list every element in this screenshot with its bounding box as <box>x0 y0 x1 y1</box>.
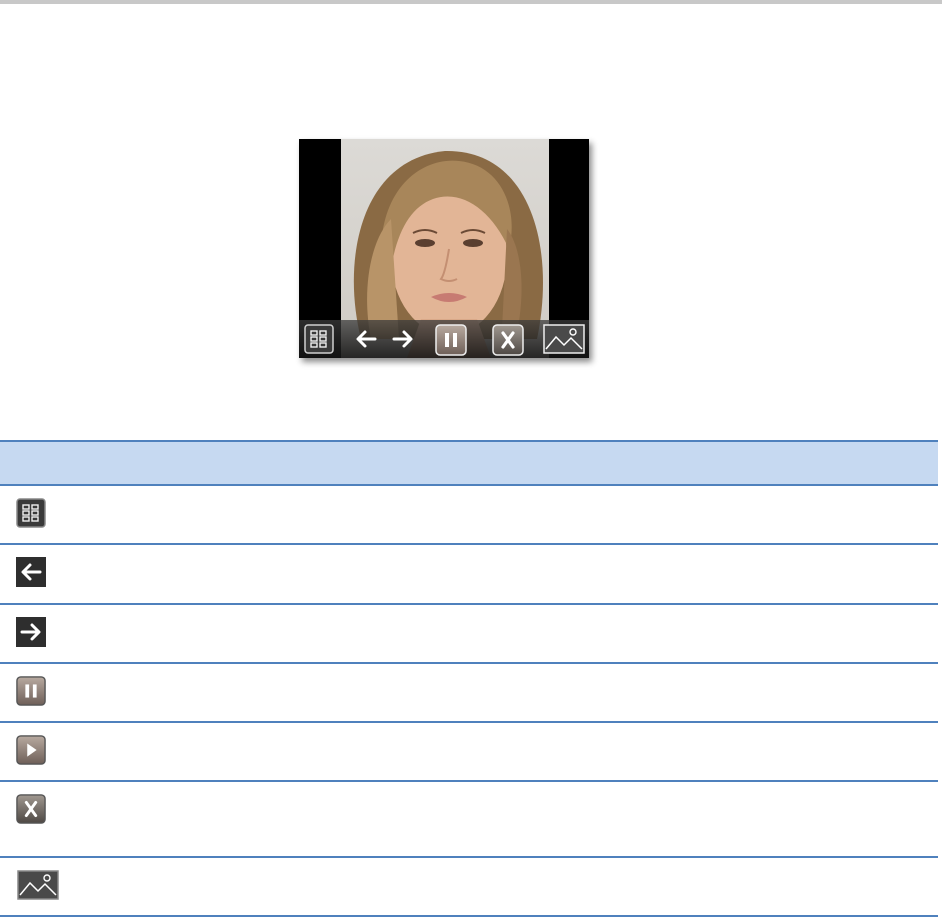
next-arrow-icon <box>392 330 413 348</box>
legend-row-next <box>0 605 938 664</box>
next-button[interactable] <box>388 324 418 354</box>
pause-icon <box>435 324 467 356</box>
next-arrow-icon <box>16 617 46 647</box>
pause-icon <box>16 676 46 706</box>
previous-button[interactable] <box>351 324 381 354</box>
thumbnails-icon <box>304 324 334 354</box>
thumbnails-button[interactable] <box>304 324 334 354</box>
legend-row-fit-image <box>0 858 938 917</box>
page-top-rule <box>0 0 942 4</box>
legend-header-row <box>0 440 938 486</box>
close-x-icon <box>16 794 46 824</box>
legend-row-play <box>0 723 938 782</box>
thumbnails-icon <box>16 498 46 528</box>
legend-row-thumbnails <box>0 486 938 545</box>
previous-arrow-icon <box>16 557 46 587</box>
legend-row-close <box>0 782 938 858</box>
close-x-icon <box>492 324 524 356</box>
legend-row-previous <box>0 545 938 605</box>
previous-arrow-icon <box>356 330 377 348</box>
pause-button[interactable] <box>435 324 467 356</box>
legend-row-pause <box>0 664 938 723</box>
fit-image-button[interactable] <box>543 324 585 354</box>
slideshow-viewer <box>299 139 589 358</box>
fit-image-icon <box>16 870 60 900</box>
play-icon <box>16 735 46 765</box>
close-button[interactable] <box>492 324 524 356</box>
button-legend-table <box>0 440 938 917</box>
slideshow-toolbar <box>299 320 589 358</box>
fit-image-icon <box>543 324 585 354</box>
